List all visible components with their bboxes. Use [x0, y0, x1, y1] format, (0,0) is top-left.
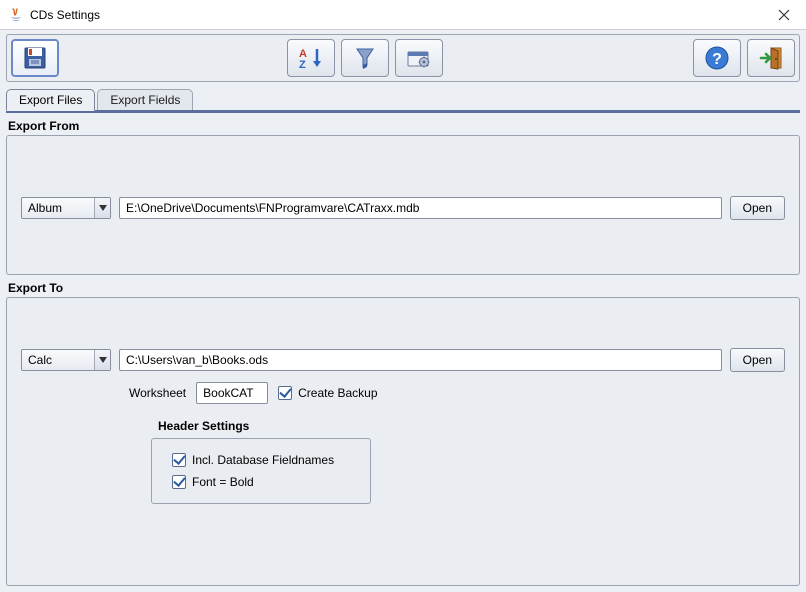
sort-button[interactable]: A Z — [287, 39, 335, 77]
window-close-button[interactable] — [761, 0, 806, 30]
export-to-open-button[interactable]: Open — [730, 348, 785, 372]
filter-button[interactable] — [341, 39, 389, 77]
export-from-type-combo[interactable]: Album — [21, 197, 111, 219]
tab-export-fields[interactable]: Export Fields — [97, 89, 193, 110]
panel-export-from: Album E:\OneDrive\Documents\FNProgramvar… — [6, 135, 800, 275]
create-backup-label: Create Backup — [298, 386, 377, 400]
checkbox-icon — [172, 453, 186, 467]
export-to-type-combo[interactable]: Calc — [21, 349, 111, 371]
export-from-open-button[interactable]: Open — [730, 196, 785, 220]
options-button[interactable] — [395, 39, 443, 77]
font-bold-label: Font = Bold — [192, 475, 254, 489]
main-toolbar: A Z — [6, 34, 800, 82]
worksheet-label: Worksheet — [129, 386, 186, 400]
create-backup-checkbox[interactable]: Create Backup — [278, 386, 377, 400]
section-export-to-label: Export To — [8, 281, 800, 295]
incl-fieldnames-label: Incl. Database Fieldnames — [192, 453, 334, 467]
section-export-from-label: Export From — [8, 119, 800, 133]
panel-export-to: Calc C:\Users\van_b\Books.ods Open Works… — [6, 297, 800, 586]
chevron-down-icon[interactable] — [94, 198, 110, 218]
chevron-down-icon[interactable] — [94, 350, 110, 370]
svg-text:?: ? — [712, 51, 722, 68]
export-to-type-value: Calc — [22, 350, 94, 370]
font-bold-checkbox[interactable]: Font = Bold — [172, 475, 350, 489]
save-button[interactable] — [11, 39, 59, 77]
header-settings-legend: Header Settings — [156, 419, 251, 433]
java-app-icon — [8, 7, 24, 23]
worksheet-field[interactable]: BookCAT — [196, 382, 268, 404]
client-area: A Z — [0, 30, 806, 592]
window-title: CDs Settings — [30, 8, 100, 22]
incl-fieldnames-checkbox[interactable]: Incl. Database Fieldnames — [172, 453, 350, 467]
window-titlebar: CDs Settings — [0, 0, 806, 30]
checkbox-icon — [172, 475, 186, 489]
export-to-path-field[interactable]: C:\Users\van_b\Books.ods — [119, 349, 722, 371]
tabs: Export Files Export Fields — [6, 88, 800, 110]
export-from-type-value: Album — [22, 198, 94, 218]
svg-text:Z: Z — [299, 59, 306, 71]
checkbox-icon — [278, 386, 292, 400]
tab-export-files[interactable]: Export Files — [6, 89, 95, 111]
help-button[interactable]: ? — [693, 39, 741, 77]
export-from-path-field[interactable]: E:\OneDrive\Documents\FNProgramvare\CATr… — [119, 197, 722, 219]
exit-button[interactable] — [747, 39, 795, 77]
header-settings-group: Header Settings Incl. Database Fieldname… — [151, 438, 371, 504]
